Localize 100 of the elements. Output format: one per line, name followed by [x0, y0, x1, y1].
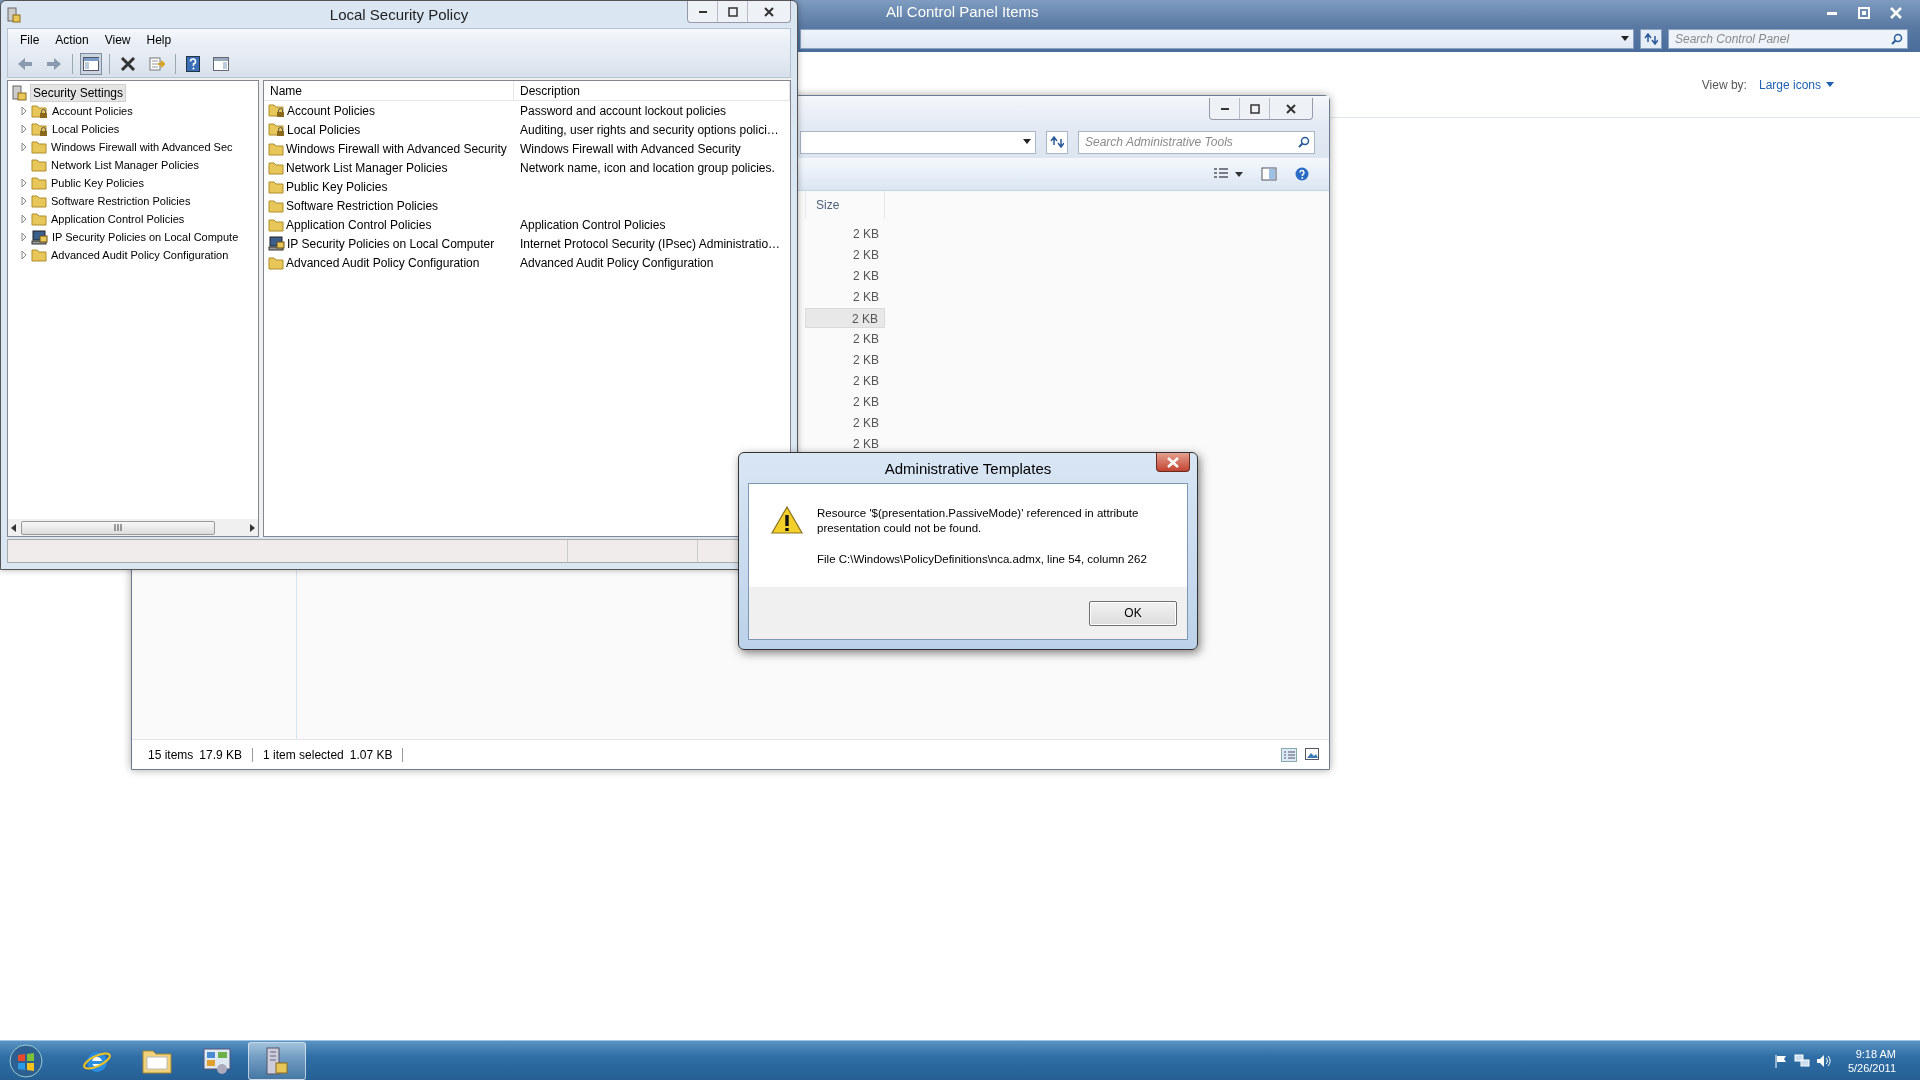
tree-item[interactable]: Windows Firewall with Advanced Sec: [49, 140, 235, 154]
restore-icon: [1858, 7, 1870, 19]
table-cell-text: 2 KB: [852, 393, 880, 411]
help-icon: [186, 55, 200, 72]
column-header[interactable]: Description: [514, 81, 790, 100]
flag-icon[interactable]: [1773, 1053, 1788, 1068]
table-cell-text: 2 KB: [852, 225, 880, 243]
list-item[interactable]: Account Policies: [287, 103, 376, 118]
menu-item[interactable]: File: [12, 30, 48, 49]
search-icon: [1891, 33, 1903, 45]
menu-item[interactable]: View: [96, 30, 139, 49]
minimize-icon: [1827, 11, 1837, 15]
ok-button[interactable]: OK: [1089, 600, 1177, 626]
horizontal-scrollbar[interactable]: [8, 519, 258, 536]
console-tree-button[interactable]: [80, 52, 102, 75]
computer-security-icon: [31, 229, 48, 245]
maximize-icon: [1249, 103, 1260, 114]
refresh-icon: [1050, 136, 1064, 148]
close-icon: [1166, 456, 1180, 468]
expand-arrow-icon[interactable]: [19, 124, 29, 134]
tree-item[interactable]: Network List Manager Policies: [49, 158, 201, 172]
taskbar-button[interactable]: [248, 1041, 306, 1080]
view-by-label: View by:: [1701, 77, 1747, 92]
security-settings-icon: [11, 85, 27, 101]
view-options-icon[interactable]: [1213, 168, 1229, 180]
close-button[interactable]: [1156, 453, 1190, 472]
network-icon[interactable]: [1793, 1053, 1810, 1068]
list-item[interactable]: Local Policies: [287, 122, 361, 137]
computer-security-icon: [268, 236, 285, 251]
table-cell-text: Network name, icon and location group policies.: [519, 160, 776, 175]
list-item[interactable]: IP Security Policies on Local Computer: [287, 236, 495, 251]
speaker-icon[interactable]: [1815, 1053, 1832, 1068]
tree-item[interactable]: Software Restriction Policies: [49, 194, 193, 208]
list-item[interactable]: Application Control Policies: [286, 217, 432, 232]
search-field[interactable]: Search Control Panel: [1668, 29, 1908, 49]
locked-folder-icon: [31, 121, 48, 137]
dropdown-caret-icon[interactable]: [1621, 36, 1629, 42]
caret-icon[interactable]: [1235, 171, 1243, 177]
menu-item[interactable]: Action: [47, 30, 97, 49]
table-cell-text: Internet Protocol Security (IPsec) Administratio…: [519, 236, 782, 251]
dropdown-caret-icon[interactable]: [1023, 139, 1031, 145]
table-cell-text: Auditing, user rights and security options polici…: [519, 122, 780, 137]
list-item[interactable]: Network List Manager Policies: [286, 160, 448, 175]
search-field[interactable]: Search Administrative Tools: [1078, 130, 1315, 154]
table-cell-text: 2 KB: [852, 351, 880, 369]
scroll-right-icon[interactable]: [249, 523, 255, 532]
table-cell-text: 2 KB: [852, 267, 880, 285]
table-cell-text: 2 KB: [852, 435, 880, 453]
table-cell-text: 2 KB: [852, 288, 880, 306]
tree-item[interactable]: Public Key Policies: [49, 176, 146, 190]
app-icon: [7, 6, 21, 23]
delete-icon: [120, 56, 136, 71]
tree-item[interactable]: Local Policies: [50, 122, 122, 136]
tree-item[interactable]: Application Control Policies: [49, 212, 187, 226]
export-list-icon: [149, 56, 165, 71]
expand-arrow-icon[interactable]: [19, 214, 29, 224]
folder-icon: [31, 176, 47, 190]
column-header[interactable]: Size: [805, 191, 885, 219]
expand-arrow-icon[interactable]: [19, 196, 29, 206]
tree-item[interactable]: Advanced Audit Policy Configuration: [49, 248, 231, 262]
list-item[interactable]: Advanced Audit Policy Configuration: [286, 255, 480, 270]
start-orb-icon: [9, 1043, 43, 1078]
list-item[interactable]: Software Restriction Policies: [286, 198, 439, 213]
refresh-button[interactable]: [1640, 29, 1662, 49]
clock[interactable]: 9:18 AM 5/26/2011: [1847, 1046, 1896, 1075]
window-title: Local Security Policy: [329, 6, 469, 23]
column-header[interactable]: Name: [264, 81, 514, 100]
expand-arrow-icon[interactable]: [19, 142, 29, 152]
folder-icon: [31, 158, 47, 172]
control-panel-icon: [202, 1046, 232, 1075]
dialog-title: Administrative Templates: [884, 460, 1052, 477]
folder-icon: [31, 248, 47, 262]
tree-item[interactable]: IP Security Policies on Local Compute: [50, 230, 241, 244]
back-arrow-icon: [17, 56, 33, 71]
refresh-button[interactable]: [1046, 130, 1068, 154]
view-by-dropdown[interactable]: Large icons: [1758, 77, 1834, 92]
expand-arrow-icon[interactable]: [19, 178, 29, 188]
expand-arrow-icon[interactable]: [19, 250, 29, 260]
folder-icon: [268, 198, 284, 213]
details-view-icon[interactable]: [1281, 747, 1297, 762]
large-icons-view-icon[interactable]: [1305, 747, 1319, 760]
tree-item[interactable]: Security Settings: [30, 84, 127, 102]
refresh-icon: [1644, 33, 1658, 45]
file-location: File C:\Windows\PolicyDefinitions\nca.admx, line 54, column 262: [817, 552, 1148, 567]
list-item[interactable]: Public Key Policies: [286, 179, 388, 194]
file-size: 17.9 KB: [199, 747, 243, 762]
expand-arrow-icon[interactable]: [19, 232, 29, 242]
list-item[interactable]: Windows Firewall with Advanced Security: [286, 141, 507, 156]
caret-icon: [1826, 82, 1834, 87]
help-icon[interactable]: [1295, 167, 1309, 181]
table-cell: 2 KB: [805, 307, 885, 328]
preview-pane-icon[interactable]: [1261, 167, 1277, 181]
folder-icon: [31, 140, 47, 154]
scroll-left-icon[interactable]: [11, 523, 17, 532]
console-tree-icon: [83, 56, 99, 71]
expand-arrow-icon[interactable]: [19, 106, 29, 116]
table-cell-text: Application Control Policies: [519, 217, 667, 232]
tree-item[interactable]: Account Policies: [50, 104, 135, 118]
menu-item[interactable]: Help: [138, 30, 180, 49]
folder-icon: [268, 217, 284, 232]
